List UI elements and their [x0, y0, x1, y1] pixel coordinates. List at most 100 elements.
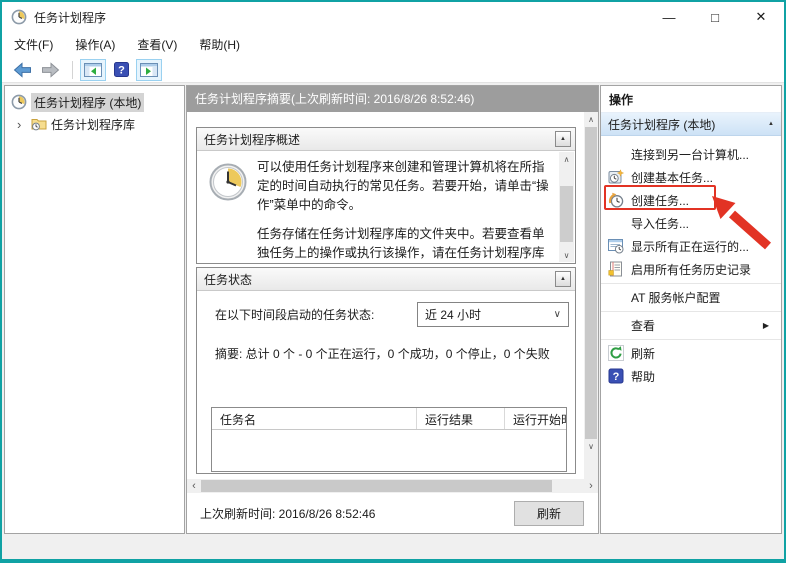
- scroll-down-icon[interactable]: ∨: [584, 439, 598, 453]
- scroll-down-icon[interactable]: ∨: [559, 248, 574, 262]
- task-table: 任务名 运行结果 运行开始时间: [211, 407, 567, 472]
- collapse-status-button[interactable]: ▲: [555, 271, 571, 287]
- scroll-right-icon[interactable]: ›: [584, 479, 598, 493]
- running-tasks-icon: [608, 238, 624, 254]
- scroll-up-icon[interactable]: ∧: [559, 152, 574, 166]
- help-toolbar-icon: ?: [114, 62, 129, 77]
- last-refresh-time: 上次刷新时间: 2016/8/26 8:52:46: [187, 505, 375, 522]
- period-value: 近 24 小时: [425, 306, 481, 323]
- period-dropdown[interactable]: 近 24 小时 ∨: [417, 302, 569, 327]
- forward-arrow-icon: [41, 62, 60, 78]
- action-refresh[interactable]: 刷新: [601, 342, 781, 365]
- title-bar: 任务计划程序 — □ ✕: [2, 2, 784, 32]
- tree-item-label: 任务计划程序库: [51, 116, 135, 133]
- history-icon: [608, 261, 624, 277]
- action-label: 创建基本任务...: [631, 169, 713, 186]
- status-strip: [2, 536, 784, 559]
- annotation-highlight-box: [604, 185, 716, 210]
- actions-panel: 操作 任务计划程序 (本地) ▲ 连接到另一台计算机...: [600, 85, 782, 534]
- task-scheduler-window: 任务计划程序 — □ ✕ 文件(F) 操作(A) 查看(V) 帮助(H): [2, 2, 784, 559]
- summary-panel: 任务计划程序摘要(上次刷新时间: 2016/8/26 8:52:46) 任务计划…: [186, 85, 599, 534]
- clock-icon: [11, 94, 27, 110]
- menu-action[interactable]: 操作(A): [64, 32, 126, 57]
- back-button[interactable]: [9, 59, 35, 81]
- main-area: 任务计划程序 (本地) › 任务计划程序库 任务计划程序摘要(上次刷新时间: 2…: [2, 83, 784, 536]
- menu-file[interactable]: 文件(F): [3, 32, 64, 57]
- console-tree-icon: [84, 63, 102, 77]
- summary-footer: 上次刷新时间: 2016/8/26 8:52:46 刷新: [187, 493, 598, 533]
- svg-text:?: ?: [613, 371, 620, 383]
- task-status-section: 任务状态 ▲ 在以下时间段启动的任务状态: 近 24 小时 ∨ 摘要: 总计 0…: [196, 267, 576, 474]
- close-button[interactable]: ✕: [738, 2, 784, 32]
- action-label: 帮助: [631, 368, 655, 385]
- action-label: 刷新: [631, 345, 655, 362]
- menu-help[interactable]: 帮助(H): [188, 32, 251, 57]
- refresh-icon: [608, 345, 624, 361]
- column-run-start-time[interactable]: 运行开始时间: [505, 408, 566, 429]
- window-title: 任务计划程序: [34, 9, 106, 26]
- overview-paragraph-1: 可以使用任务计划程序来创建和管理计算机将在所指定的时间自动执行的常见任务。若要开…: [257, 158, 553, 215]
- scrollbar-thumb[interactable]: [560, 186, 573, 242]
- collapse-group-icon[interactable]: ▲: [768, 121, 774, 127]
- scrollbar-thumb[interactable]: [201, 480, 552, 492]
- toolbar: ?: [2, 57, 784, 83]
- help-icon: ?: [608, 368, 624, 384]
- task-status-title: 任务状态: [204, 271, 252, 288]
- action-help[interactable]: ? 帮助: [601, 365, 781, 388]
- toolbar-separator: [72, 61, 73, 79]
- scroll-up-icon[interactable]: ∧: [584, 112, 598, 126]
- summary-content: 任务计划程序概述 ▲: [187, 112, 584, 479]
- action-enable-all-task-history[interactable]: 启用所有任务历史记录: [601, 258, 781, 281]
- summary-header: 任务计划程序摘要(上次刷新时间: 2016/8/26 8:52:46): [187, 86, 598, 112]
- forward-button[interactable]: [37, 59, 63, 81]
- overview-section: 任务计划程序概述 ▲: [196, 127, 576, 264]
- actions-separator: [601, 339, 781, 340]
- action-view[interactable]: 查看 ▶: [601, 314, 781, 337]
- console-tree-panel: 任务计划程序 (本地) › 任务计划程序库: [4, 85, 185, 534]
- overview-scrollbar[interactable]: ∧ ∨: [559, 152, 574, 262]
- tree-item-task-scheduler-local[interactable]: 任务计划程序 (本地): [5, 91, 184, 113]
- actions-group-title: 任务计划程序 (本地): [608, 116, 715, 133]
- maximize-button[interactable]: □: [692, 2, 738, 32]
- scroll-left-icon[interactable]: ‹: [187, 479, 201, 493]
- action-label: 连接到另一台计算机...: [631, 146, 749, 163]
- svg-text:?: ?: [118, 65, 125, 77]
- overview-paragraph-2: 任务存储在任务计划程序库的文件夹中。若要查看单独任务上的操作或执行该操作，请在任…: [257, 225, 553, 262]
- back-arrow-icon: [13, 62, 32, 78]
- action-connect-to-another-computer[interactable]: 连接到另一台计算机...: [601, 143, 781, 166]
- overview-title: 任务计划程序概述: [204, 131, 300, 148]
- refresh-button[interactable]: 刷新: [514, 501, 584, 526]
- show-console-tree-button[interactable]: [80, 59, 106, 81]
- period-label: 在以下时间段启动的任务状态:: [215, 306, 374, 323]
- menu-bar: 文件(F) 操作(A) 查看(V) 帮助(H): [2, 32, 784, 57]
- action-label: 启用所有任务历史记录: [631, 261, 751, 278]
- action-label: AT 服务帐户配置: [631, 289, 721, 306]
- action-label: 导入任务...: [631, 215, 689, 232]
- actions-group-header[interactable]: 任务计划程序 (本地) ▲: [601, 112, 781, 136]
- basic-task-icon: [608, 169, 624, 185]
- actions-separator: [601, 311, 781, 312]
- column-run-result[interactable]: 运行结果: [417, 408, 505, 429]
- scrollbar-thumb[interactable]: [585, 127, 597, 439]
- column-task-name[interactable]: 任务名: [212, 408, 417, 429]
- summary-vertical-scrollbar[interactable]: ∧ ∨: [584, 112, 598, 479]
- table-header-row: 任务名 运行结果 运行开始时间: [212, 408, 566, 430]
- folder-clock-icon: [31, 116, 47, 132]
- menu-view[interactable]: 查看(V): [126, 32, 188, 57]
- summary-horizontal-scrollbar[interactable]: ‹ ›: [187, 479, 598, 493]
- help-toolbar-button[interactable]: ?: [108, 59, 134, 81]
- actions-separator: [601, 283, 781, 284]
- action-at-service-account-config[interactable]: AT 服务帐户配置: [601, 286, 781, 309]
- task-scheduler-clock-icon: [209, 163, 247, 201]
- annotation-arrow: [702, 192, 780, 254]
- collapse-overview-button[interactable]: ▲: [555, 131, 571, 147]
- chevron-right-icon[interactable]: ›: [17, 118, 31, 131]
- tree-item-task-scheduler-library[interactable]: › 任务计划程序库: [5, 113, 184, 135]
- submenu-arrow-icon: ▶: [763, 321, 769, 330]
- action-label: 查看: [631, 317, 655, 334]
- clock-app-icon: [11, 9, 27, 25]
- show-action-pane-button[interactable]: [136, 59, 162, 81]
- minimize-button[interactable]: —: [646, 2, 692, 32]
- chevron-down-icon: ∨: [554, 309, 561, 320]
- tree-item-label: 任务计划程序 (本地): [31, 93, 144, 112]
